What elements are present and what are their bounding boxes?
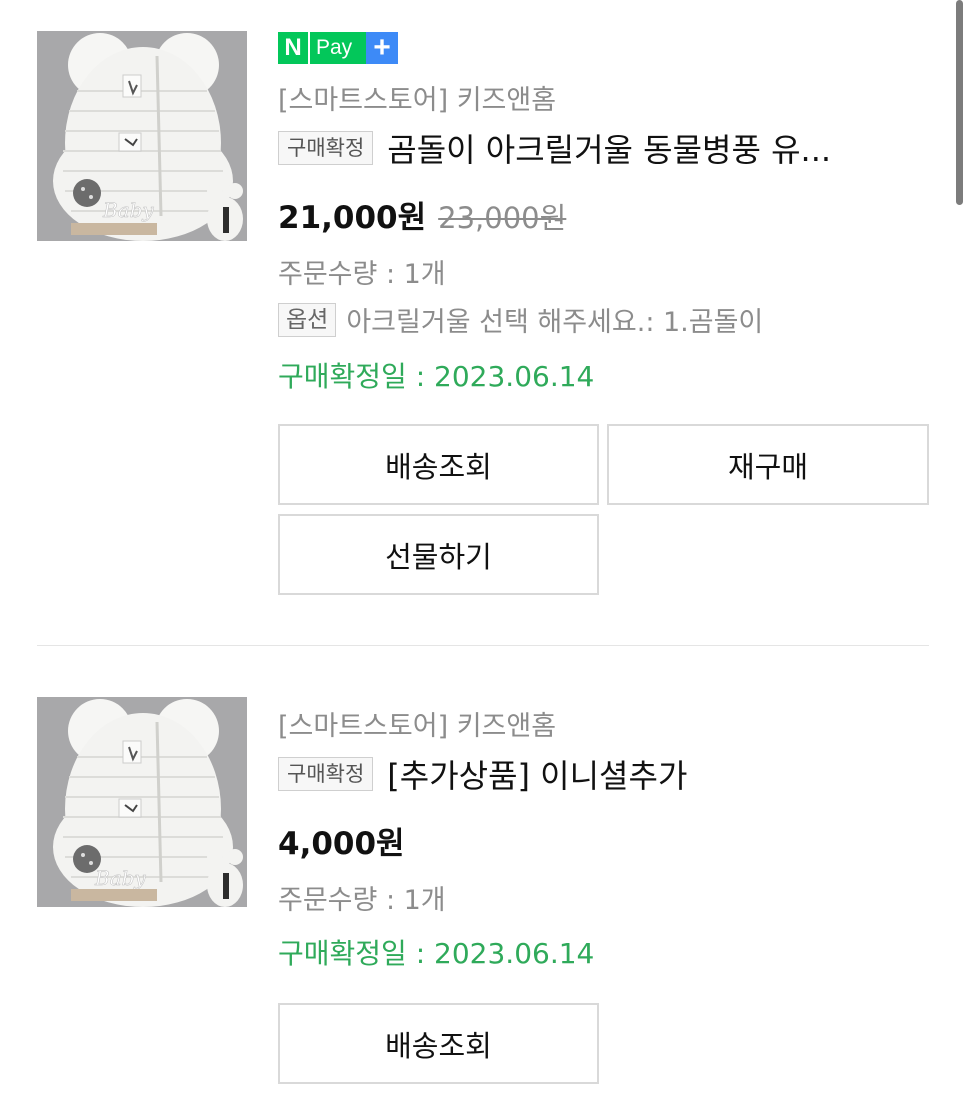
svg-text:Baby: Baby bbox=[94, 866, 146, 890]
product-title[interactable]: 곰돌이 아크릴거울 동물병풍 유... bbox=[387, 125, 831, 171]
product-thumbnail[interactable]: Baby bbox=[37, 31, 247, 241]
product-title-row: 구매확정 곰돌이 아크릴거울 동물병풍 유... bbox=[278, 126, 936, 170]
store-name[interactable]: [스마트스토어] 키즈앤홈 bbox=[278, 704, 556, 743]
product-title[interactable]: [추가상품] 이니셜추가 bbox=[387, 751, 687, 797]
track-delivery-button[interactable]: 배송조회 bbox=[278, 424, 599, 505]
bear-mirror-image: Baby bbox=[37, 31, 247, 241]
option-text: 아크릴거울 선택 해주세요.: 1.곰돌이 bbox=[346, 307, 764, 338]
track-delivery-button[interactable]: 배송조회 bbox=[278, 1003, 599, 1084]
svg-text:Baby: Baby bbox=[102, 198, 154, 222]
order-item: Baby N Pay + [스마트스토어] 키즈앤홈 구매확정 곰돌이 아크릴거… bbox=[0, 0, 966, 645]
npay-n-logo: N bbox=[278, 32, 308, 64]
bear-mirror-image: Baby bbox=[37, 697, 247, 907]
npay-plus-icon: + bbox=[366, 31, 398, 64]
gift-button[interactable]: 선물하기 bbox=[278, 514, 599, 595]
product-title-row: 구매확정 [추가상품] 이니셜추가 bbox=[278, 752, 936, 796]
status-badge: 구매확정 bbox=[278, 131, 374, 165]
order-quantity: 주문수량 : 1개 bbox=[278, 878, 446, 917]
confirm-date: 구매확정일 : 2023.06.14 bbox=[278, 360, 595, 393]
order-item: Baby [스마트스토어] 키즈앤홈 구매확정 [추가상품] 이니셜추가 4,0… bbox=[0, 646, 966, 1115]
npay-pay-label: Pay bbox=[308, 32, 366, 64]
scrollbar[interactable] bbox=[956, 0, 963, 205]
price-row: 4,000원 bbox=[278, 818, 405, 863]
product-thumbnail[interactable]: Baby bbox=[37, 697, 247, 907]
quantity-text: 주문수량 : 1개 bbox=[278, 885, 446, 916]
npay-plus-badge: N Pay + bbox=[278, 31, 398, 64]
status-badge: 구매확정 bbox=[278, 757, 374, 791]
order-quantity: 주문수량 : 1개 bbox=[278, 252, 446, 291]
price-row: 21,000원 23,000원 bbox=[278, 192, 566, 237]
order-option: 옵션 아크릴거울 선택 해주세요.: 1.곰돌이 bbox=[278, 300, 763, 339]
sale-price: 4,000원 bbox=[278, 826, 405, 862]
sale-price: 21,000원 bbox=[278, 200, 427, 236]
quantity-text: 주문수량 : 1개 bbox=[278, 259, 446, 290]
original-price: 23,000원 bbox=[438, 201, 567, 235]
reorder-button[interactable]: 재구매 bbox=[607, 424, 929, 505]
store-name[interactable]: [스마트스토어] 키즈앤홈 bbox=[278, 78, 556, 117]
option-badge: 옵션 bbox=[278, 302, 337, 337]
confirm-date: 구매확정일 : 2023.06.14 bbox=[278, 937, 595, 970]
